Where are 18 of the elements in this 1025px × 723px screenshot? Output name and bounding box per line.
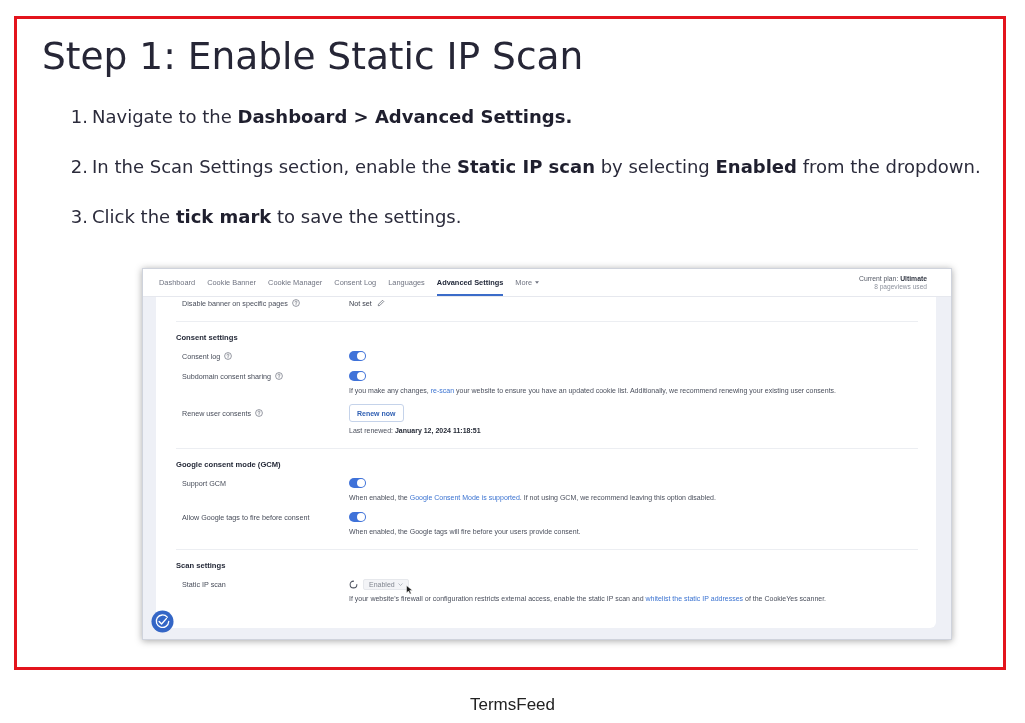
toggle-switch[interactable] — [349, 371, 366, 381]
consent-badge-icon[interactable] — [151, 610, 174, 633]
pencil-icon[interactable] — [376, 299, 385, 307]
step-number: 2. — [69, 155, 88, 177]
step-text: Click the tick mark to save the settings. — [92, 205, 462, 227]
toggle-switch[interactable] — [349, 351, 366, 361]
step-text: In the Scan Settings section, enable the Static IP scan by selecting Enabled from the dropdown. — [92, 155, 981, 177]
caret-icon — [535, 281, 540, 284]
toggle-switch[interactable] — [349, 478, 366, 488]
caption-text: TermsFeed — [469, 694, 556, 716]
cursor-icon — [405, 584, 413, 595]
page-heading: Step 1: Enable Static IP Scan — [42, 33, 584, 79]
spinner-icon — [349, 579, 358, 589]
chevron-icon — [397, 582, 403, 586]
toggle-switch[interactable] — [349, 512, 366, 522]
step-text: Navigate to the Dashboard > Advanced Settings. — [92, 105, 573, 127]
step-number: 3. — [69, 205, 88, 227]
step-number: 1. — [69, 105, 88, 127]
